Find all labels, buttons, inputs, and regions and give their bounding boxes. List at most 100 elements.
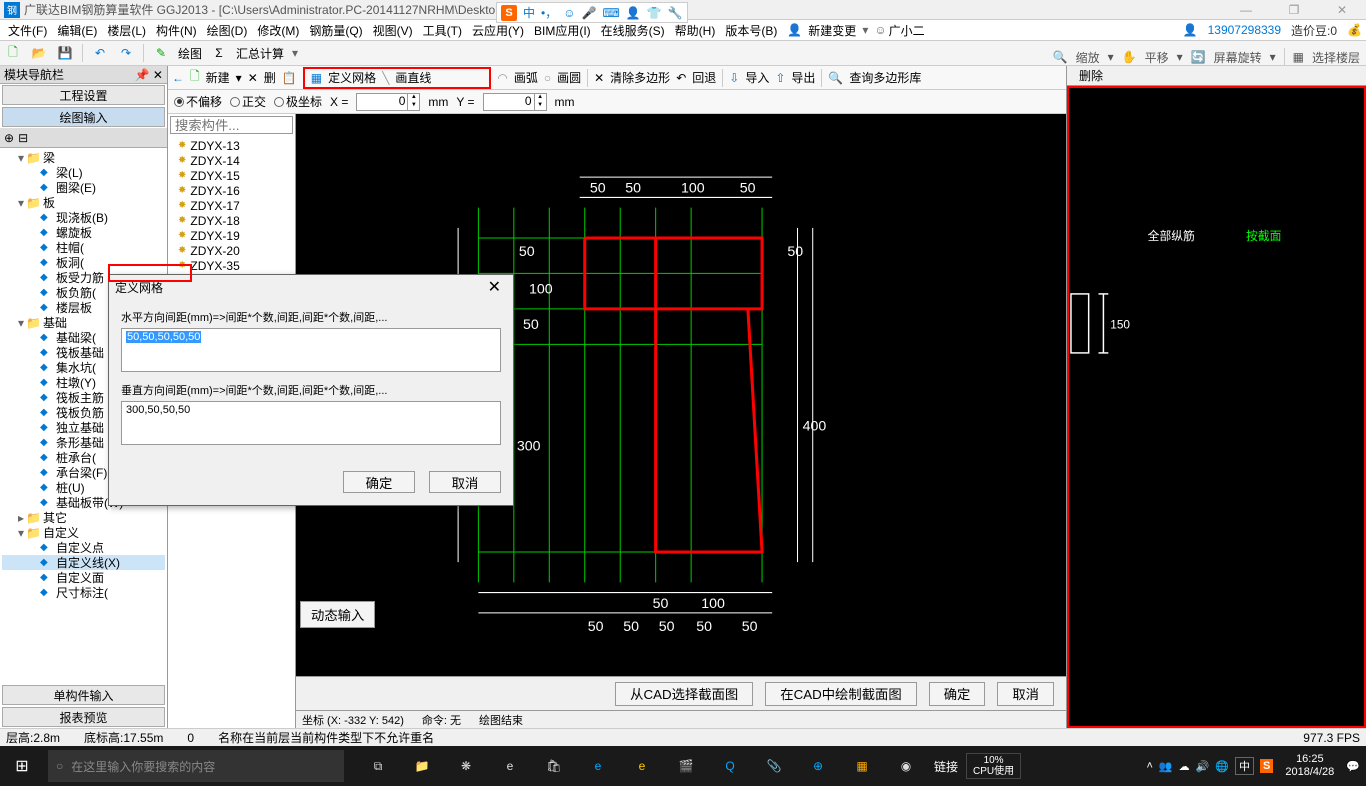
list-item[interactable]: ✸ZDYX-15	[170, 168, 293, 183]
store-icon[interactable]: 🛍	[532, 746, 576, 786]
rotate-icon[interactable]: 🔄	[1191, 50, 1206, 64]
draw-arc[interactable]: 画弧	[514, 69, 538, 86]
list-item[interactable]: ✸ZDYX-19	[170, 228, 293, 243]
tab-delete[interactable]: 删除	[1067, 65, 1115, 86]
tree-node[interactable]: ◆尺寸标注(	[2, 585, 165, 600]
minimize-button[interactable]: —	[1226, 3, 1266, 17]
cpu-meter[interactable]: 10%CPU使用	[966, 753, 1021, 779]
cancel-button[interactable]: 取消	[997, 682, 1054, 706]
search-input[interactable]	[170, 116, 293, 134]
tray-cloud-icon[interactable]: ☁	[1179, 760, 1190, 773]
tree-node[interactable]: ◆自定义面	[2, 570, 165, 585]
tree-node[interactable]: ▾📁梁	[2, 150, 165, 165]
tree-node[interactable]: ▾📁自定义	[2, 525, 165, 540]
tree-node[interactable]: ▸📁其它	[2, 510, 165, 525]
list-item[interactable]: ✸ZDYX-20	[170, 243, 293, 258]
dialog-close-button[interactable]: ✕	[482, 277, 507, 297]
draw-circle[interactable]: 画圆	[557, 69, 581, 86]
ime-bar[interactable]: S 中 •， ☺ 🎤 ⌨ 👤 👕 🔧	[496, 2, 688, 23]
floor-icon[interactable]: ▦	[1293, 50, 1304, 64]
dialog-ok-button[interactable]: 确定	[343, 471, 415, 493]
browser-e-icon[interactable]: e	[488, 746, 532, 786]
tree-node[interactable]: ◆自定义线(X)	[2, 555, 165, 570]
ime-punct[interactable]: •，	[541, 4, 557, 21]
tray-wifi-icon[interactable]: 🌐	[1215, 760, 1229, 773]
zoom-icon[interactable]: 🔍	[1053, 50, 1068, 64]
dynamic-input-button[interactable]: 动态输入	[300, 601, 375, 628]
taskbar-search[interactable]: ○ 在这里输入你要搜索的内容	[48, 750, 344, 782]
tree-expand-icon[interactable]: ⊕	[4, 131, 14, 145]
menu-view[interactable]: 视图(V)	[369, 20, 417, 41]
fan-icon[interactable]: ❋	[444, 746, 488, 786]
tray-clock[interactable]: 16:252018/4/28	[1279, 753, 1340, 779]
save-icon[interactable]: 💾	[56, 44, 74, 62]
radio-ortho[interactable]: 正交	[230, 93, 266, 110]
import-button[interactable]: 导入	[745, 69, 769, 86]
horiz-input[interactable]: 50,50,50,50,50	[121, 328, 501, 372]
new-component[interactable]: 新建	[206, 69, 230, 86]
list-item[interactable]: ✸ZDYX-16	[170, 183, 293, 198]
sum-button[interactable]: 汇总计算	[236, 45, 284, 62]
app1-icon[interactable]: ⊕	[796, 746, 840, 786]
tray-notif-icon[interactable]: 💬	[1346, 760, 1360, 773]
new-file-icon[interactable]: 🗋	[4, 44, 22, 62]
list-item[interactable]: ✸ZDYX-17	[170, 198, 293, 213]
redo-icon[interactable]: ↷	[117, 44, 135, 62]
start-button[interactable]: ⊞	[0, 746, 44, 786]
video-icon[interactable]: 🎬	[664, 746, 708, 786]
radio-nooffset[interactable]: 不偏移	[174, 93, 222, 110]
tray-people-icon[interactable]: 👥	[1159, 760, 1173, 773]
ime-mic-icon[interactable]: 🎤	[581, 6, 596, 20]
delete-component[interactable]: 删	[264, 69, 276, 86]
rotate-label[interactable]: 屏幕旋转	[1214, 49, 1262, 66]
menu-component[interactable]: 构件(N)	[152, 20, 201, 41]
tree-node[interactable]: ◆梁(L)	[2, 165, 165, 180]
open-file-icon[interactable]: 📂	[30, 44, 48, 62]
radio-polar[interactable]: 极坐标	[274, 93, 322, 110]
list-item[interactable]: ✸ZDYX-18	[170, 213, 293, 228]
query-poly[interactable]: 查询多边形库	[849, 69, 921, 86]
menu-edit[interactable]: 编辑(E)	[53, 20, 101, 41]
pan-label[interactable]: 平移	[1145, 49, 1169, 66]
ime-emoji-icon[interactable]: ☺	[563, 6, 575, 20]
proj-settings-button[interactable]: 工程设置	[2, 85, 165, 105]
clear-poly[interactable]: 清除多边形	[610, 69, 670, 86]
close-button[interactable]: ✕	[1322, 3, 1362, 17]
ime-zhong[interactable]: 中	[523, 4, 535, 21]
explorer-icon[interactable]: 📁	[400, 746, 444, 786]
menu-file[interactable]: 文件(F)	[4, 20, 51, 41]
menu-tool[interactable]: 工具(T)	[419, 20, 466, 41]
menu-draw[interactable]: 绘图(D)	[203, 20, 252, 41]
tray-up-icon[interactable]: ˄	[1146, 760, 1152, 772]
tray-vol-icon[interactable]: 🔊	[1196, 760, 1210, 773]
ie-icon[interactable]: e	[620, 746, 664, 786]
undo-icon[interactable]: ↶	[91, 44, 109, 62]
floor-select[interactable]: 选择楼层	[1312, 49, 1360, 66]
ime-keyboard-icon[interactable]: ⌨	[602, 6, 619, 20]
edge-icon[interactable]: e	[576, 746, 620, 786]
tree-node[interactable]: ◆圈梁(E)	[2, 180, 165, 195]
export-button[interactable]: 导出	[791, 69, 815, 86]
menu-modify[interactable]: 修改(M)	[253, 20, 303, 41]
single-input-button[interactable]: 单构件输入	[2, 685, 165, 705]
tree-node[interactable]: ▾📁板	[2, 195, 165, 210]
tree-node[interactable]: ◆柱帽(	[2, 240, 165, 255]
tray-sogou-icon[interactable]: S	[1260, 759, 1273, 773]
coin-icon[interactable]: 💰	[1347, 23, 1362, 37]
list-item[interactable]: ✸ZDYX-14	[170, 153, 293, 168]
ime-skin-icon[interactable]: 👕	[647, 6, 662, 20]
from-cad-button[interactable]: 从CAD选择截面图	[615, 682, 753, 706]
menu-newchange[interactable]: 新建变更	[804, 20, 860, 41]
zoom-label[interactable]: 缩放	[1076, 49, 1100, 66]
ime-tool-icon[interactable]: 🔧	[668, 6, 683, 20]
undo-shape[interactable]: 回退	[692, 69, 716, 86]
define-grid[interactable]: 定义网格	[328, 69, 376, 86]
q-icon[interactable]: Q	[708, 746, 752, 786]
report-preview-button[interactable]: 报表预览	[2, 707, 165, 727]
task-view-icon[interactable]: ⧉	[356, 746, 400, 786]
task-link[interactable]: 链接	[934, 758, 958, 775]
menu-version[interactable]: 版本号(B)	[721, 20, 781, 41]
tree-collapse-icon[interactable]: ⊟	[18, 131, 28, 145]
draw-icon[interactable]: ✎	[152, 44, 170, 62]
x-input[interactable]: 0▲▼	[356, 93, 420, 111]
